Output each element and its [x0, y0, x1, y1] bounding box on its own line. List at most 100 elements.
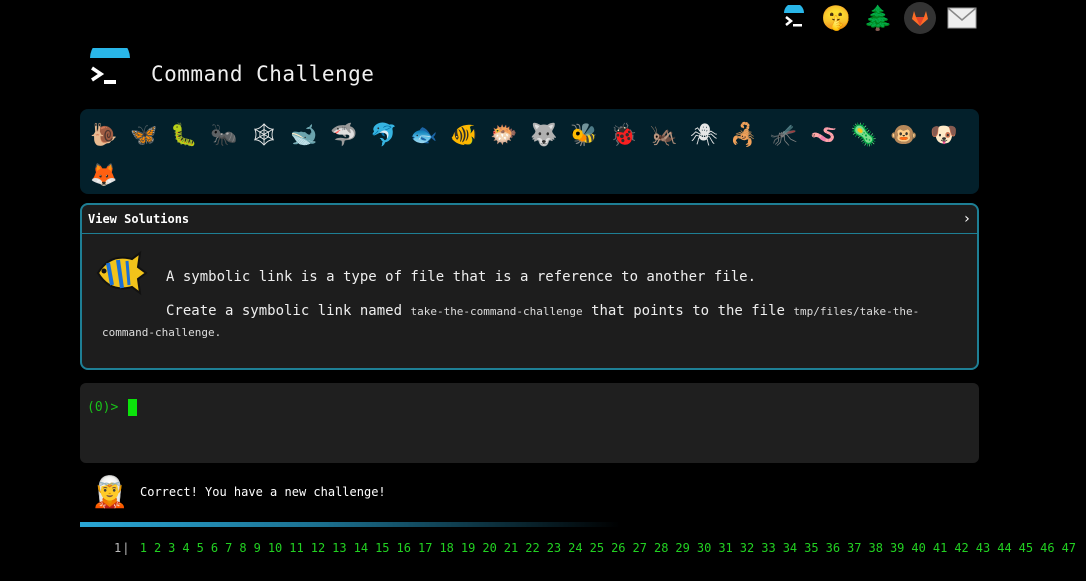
critter-icon[interactable]: 🦂	[724, 115, 764, 155]
angelfish-icon	[94, 249, 150, 297]
terminal-logo-icon[interactable]	[778, 2, 810, 34]
status-row: 🧝 Correct! You have a new challenge!	[91, 472, 386, 512]
page-link[interactable]: 10	[268, 541, 282, 555]
mail-icon[interactable]	[946, 2, 978, 34]
page-link[interactable]: 18	[439, 541, 453, 555]
critter-icon[interactable]: 🦋	[124, 115, 164, 155]
critter-icon[interactable]: 🦊	[84, 155, 124, 195]
critter-icon[interactable]: 🐡	[484, 115, 524, 155]
critter-icon[interactable]: 🐬	[364, 115, 404, 155]
page-link[interactable]: 25	[590, 541, 604, 555]
page-link[interactable]: 14	[354, 541, 368, 555]
tree-icon[interactable]: 🌲	[862, 2, 894, 34]
critter-icon[interactable]: 🕷	[684, 115, 724, 155]
page-link[interactable]: 16	[397, 541, 411, 555]
page-link[interactable]: 7	[225, 541, 232, 555]
page-link[interactable]: 33	[761, 541, 775, 555]
page-link[interactable]: 5	[197, 541, 204, 555]
task-suffix: .	[214, 326, 222, 339]
chevron-right-icon: ›	[962, 211, 971, 227]
page-link[interactable]: 9	[254, 541, 261, 555]
critter-icon[interactable]: 🕸	[244, 115, 284, 155]
elf-avatar-icon: 🧝	[91, 474, 129, 510]
critter-icon[interactable]: 🐶	[924, 115, 964, 155]
page-link[interactable]: 30	[697, 541, 711, 555]
page-link[interactable]: 3	[168, 541, 175, 555]
page-link[interactable]: 24	[568, 541, 582, 555]
challenge-critter-strip: 🐌 🦋 🐛 🐜 🕸 🐋 🦈 🐬 🐟 🐠 🐡 🐺 🐝 🐞 🦗 🕷 🦂 🦟 🪱 🦠 🐵 🐶 🦊	[80, 109, 979, 194]
page-link[interactable]: 12	[311, 541, 325, 555]
page-link[interactable]: 34	[783, 541, 797, 555]
critter-icon[interactable]: 🦗	[644, 115, 684, 155]
page-link[interactable]: 13	[332, 541, 346, 555]
critter-icon[interactable]: 🐞	[604, 115, 644, 155]
page-link[interactable]: 36	[826, 541, 840, 555]
solution-intro: A symbolic link is a type of file that i…	[166, 269, 757, 285]
page-link[interactable]: 32	[740, 541, 754, 555]
solution-panel: View Solutions › A symbolic link is a ty…	[80, 203, 979, 370]
page-link[interactable]: 20	[482, 541, 496, 555]
page-link[interactable]: 23	[547, 541, 561, 555]
critter-icon[interactable]: 🦟	[764, 115, 804, 155]
page-link[interactable]: 6	[211, 541, 218, 555]
page-link[interactable]: 45	[1019, 541, 1033, 555]
page-link[interactable]: 41	[933, 541, 947, 555]
page-link[interactable]: 11	[289, 541, 303, 555]
critter-icon[interactable]: 🦠	[844, 115, 884, 155]
critter-icon[interactable]: 🐝	[564, 115, 604, 155]
shushing-face-icon[interactable]: 🤫	[820, 2, 852, 34]
page-link[interactable]: 35	[804, 541, 818, 555]
page-link[interactable]: 43	[976, 541, 990, 555]
critter-icon[interactable]: 🦈	[324, 115, 364, 155]
page-link[interactable]: 40	[911, 541, 925, 555]
page-link[interactable]: 37	[847, 541, 861, 555]
critter-icon[interactable]: 🐛	[164, 115, 204, 155]
critter-icon[interactable]: 🐠	[444, 115, 484, 155]
page-link[interactable]: 27	[633, 541, 647, 555]
current-page: 1	[114, 541, 122, 555]
page-link[interactable]: 31	[718, 541, 732, 555]
critter-icon[interactable]: 🐌	[84, 115, 124, 155]
logo-icon[interactable]	[88, 38, 132, 92]
task-prefix: Create a symbolic link named	[166, 303, 403, 319]
page-link[interactable]: 8	[239, 541, 246, 555]
page-link[interactable]: 22	[525, 541, 539, 555]
terminal-prompt: (0)>	[87, 400, 119, 415]
terminal-input[interactable]: (0)>	[80, 383, 979, 463]
page-link[interactable]: 46	[1040, 541, 1054, 555]
terminal-cursor	[128, 399, 137, 416]
page-link[interactable]: 15	[375, 541, 389, 555]
page-link[interactable]: 17	[418, 541, 432, 555]
link-name-code: take-the-command-challenge	[410, 305, 583, 318]
page-link[interactable]: 38	[869, 541, 883, 555]
task-middle: that points to the file	[591, 303, 785, 319]
critter-icon[interactable]: 🐟	[404, 115, 444, 155]
critter-icon[interactable]: 🐜	[204, 115, 244, 155]
solution-task: Create a symbolic link named take-the-co…	[102, 301, 962, 343]
page-link[interactable]: 42	[954, 541, 968, 555]
progress-bar	[80, 522, 620, 527]
critter-icon[interactable]: 🪱	[804, 115, 844, 155]
page-link[interactable]: 44	[997, 541, 1011, 555]
page-link[interactable]: 1	[140, 541, 147, 555]
view-solutions-label: View Solutions	[88, 212, 190, 226]
page-link[interactable]: 19	[461, 541, 475, 555]
critter-icon[interactable]: 🐺	[524, 115, 564, 155]
page-link[interactable]: 39	[890, 541, 904, 555]
top-icon-bar: 🤫 🌲	[778, 2, 978, 34]
page-link[interactable]: 21	[504, 541, 518, 555]
critter-icon[interactable]: 🐵	[884, 115, 924, 155]
page-title: Command Challenge	[151, 62, 375, 86]
challenge-pagination: 1| 1 2 3 4 5 6 7 8 9 10 11 12 13 14 15 16 17 18 19 20 21 22 23…	[114, 541, 1083, 555]
page-separator: |	[122, 541, 130, 555]
gitlab-icon[interactable]	[904, 2, 936, 34]
page-link[interactable]: 47	[1062, 541, 1076, 555]
critter-icon[interactable]: 🐋	[284, 115, 324, 155]
page-link[interactable]: 26	[611, 541, 625, 555]
view-solutions-toggle[interactable]: View Solutions ›	[82, 205, 977, 234]
status-message: Correct! You have a new challenge!	[140, 485, 386, 499]
page-link[interactable]: 29	[675, 541, 689, 555]
page-link[interactable]: 4	[182, 541, 189, 555]
page-link[interactable]: 2	[154, 541, 161, 555]
page-link[interactable]: 28	[654, 541, 668, 555]
